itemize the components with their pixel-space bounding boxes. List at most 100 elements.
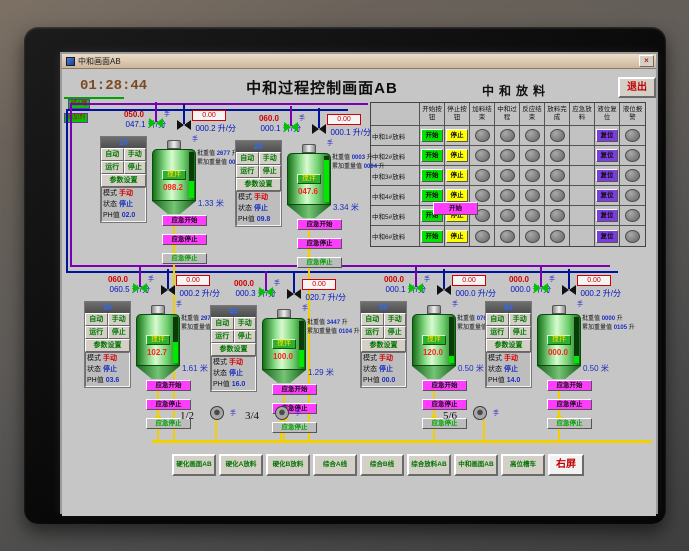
col-header: 应急放料: [570, 103, 595, 125]
run-button[interactable]: 运行: [211, 330, 234, 343]
nav-button[interactable]: 硬化A放料: [219, 454, 263, 476]
params-button[interactable]: 参数设置: [101, 174, 146, 187]
auto-button[interactable]: 自动: [486, 313, 509, 326]
stop-button[interactable]: 停止: [107, 326, 130, 339]
stop-button[interactable]: 停止: [123, 161, 146, 174]
row-label: 中和5#放料: [371, 206, 420, 225]
level-reset-button[interactable]: 复位: [596, 189, 618, 202]
agitator-button[interactable]: 搅拌: [547, 335, 571, 345]
run-button[interactable]: 运行: [361, 326, 384, 339]
nav-button[interactable]: 中和画面AB: [454, 454, 498, 476]
run-button[interactable]: 运行: [85, 326, 108, 339]
nav-button[interactable]: 右屏: [548, 454, 584, 476]
manual-button[interactable]: 手动: [123, 148, 146, 161]
emergency-start-button[interactable]: 应急开始: [272, 384, 317, 395]
flow-setpoint: 000.0: [508, 275, 529, 284]
params-button[interactable]: 参数设置: [361, 339, 406, 352]
start-button[interactable]: 开始: [421, 229, 443, 243]
stop-button[interactable]: 停止: [446, 149, 468, 162]
params-button[interactable]: 参数设置: [236, 178, 281, 191]
agitator-button[interactable]: 搅拌: [422, 335, 446, 345]
manual-button[interactable]: 手动: [233, 317, 256, 330]
emergency-start-button[interactable]: 应急开始: [162, 215, 207, 226]
agitator-button[interactable]: 搅拌: [272, 339, 296, 349]
reactor-group: 000.0 000.1 升/分 手 手 0.00 000.0 升/分 5# 自动…: [360, 267, 510, 429]
nav-button[interactable]: 硬化画面AB: [172, 454, 216, 476]
emergency-start-button[interactable]: 应急开始: [297, 219, 342, 230]
manual-tag: 手: [327, 141, 334, 147]
emergency-stop-disabled-button[interactable]: 应急停止: [162, 253, 207, 264]
stop-button[interactable]: 停止: [508, 326, 531, 339]
auto-button[interactable]: 自动: [236, 152, 259, 165]
auto-button[interactable]: 自动: [101, 148, 124, 161]
stop-button[interactable]: 停止: [258, 165, 281, 178]
mode-value: 手动: [228, 359, 243, 366]
reaction-end-lamp: [524, 209, 540, 222]
exit-button[interactable]: 退出: [618, 77, 656, 98]
nav-button[interactable]: 硬化B放料: [266, 454, 310, 476]
start-button[interactable]: 开始: [421, 129, 443, 142]
start-button[interactable]: 开始: [421, 189, 443, 202]
manual-tag: 手: [176, 302, 183, 308]
emergency-start-button[interactable]: 应急开始: [547, 380, 592, 391]
emergency-stop-button[interactable]: 应急停止: [162, 234, 207, 245]
start-button[interactable]: 开始: [421, 149, 443, 162]
agitator-button[interactable]: 搅拌: [297, 174, 321, 184]
emergency-stop-disabled-button[interactable]: 应急停止: [547, 418, 592, 429]
level-reset-button[interactable]: 复位: [596, 149, 618, 162]
emergency-start-button[interactable]: 应急开始: [146, 380, 191, 391]
emergency-start-button[interactable]: 应急开始: [422, 380, 467, 391]
mode-value: 手动: [253, 194, 268, 201]
agitator-button[interactable]: 搅拌: [162, 170, 186, 180]
manual-tag: 手: [299, 116, 306, 122]
level-readout: 1.61 米: [182, 364, 208, 373]
emergency-stop-button[interactable]: 应急停止: [297, 238, 342, 249]
nav-button[interactable]: 高位槽车: [501, 454, 545, 476]
stop-button[interactable]: 停止: [446, 189, 468, 202]
level-reset-button[interactable]: 复位: [596, 209, 618, 222]
total-value: 0004: [363, 164, 378, 170]
stop-button[interactable]: 停止: [446, 229, 468, 243]
stop-button[interactable]: 停止: [446, 169, 468, 182]
manual-button[interactable]: 手动: [258, 152, 281, 165]
auto-button[interactable]: 自动: [85, 313, 108, 326]
emergency-stop-button[interactable]: 应急停止: [547, 399, 592, 410]
auto-button[interactable]: 自动: [211, 317, 234, 330]
manual-button[interactable]: 手动: [383, 313, 406, 326]
nav-button[interactable]: 综合B线: [360, 454, 404, 476]
close-icon[interactable]: ×: [639, 55, 654, 67]
emergency-panel: 应急开始 应急停止 应急停止: [297, 213, 342, 270]
start-button[interactable]: 开始: [421, 169, 443, 182]
nav-button[interactable]: 综合放料AB: [407, 454, 451, 476]
mode-value: 手动: [118, 190, 133, 197]
manual-button[interactable]: 手动: [107, 313, 130, 326]
reactor-panel: 6# 自动 手动 运行 停止 参数设置 模式 手动 状态 停止 PH值 14.0: [485, 301, 532, 388]
pipe-purple-top: [70, 103, 368, 105]
level-reset-button[interactable]: 复位: [596, 229, 618, 243]
reactor-panel: 1# 自动 手动 运行 停止 参数设置 模式 手动 状态 停止 PH值 02.0: [100, 136, 147, 223]
col-header: 中和过程: [495, 103, 520, 125]
stop-button[interactable]: 停止: [383, 326, 406, 339]
run-button[interactable]: 运行: [486, 326, 509, 339]
level-reset-button[interactable]: 复位: [596, 129, 618, 142]
tank-body: 搅拌 100.0: [262, 318, 306, 370]
emergency-stop-disabled-button[interactable]: 应急停止: [297, 257, 342, 268]
pump-label: 5/6: [443, 410, 458, 422]
params-button[interactable]: 参数设置: [486, 339, 531, 352]
stop-button[interactable]: 停止: [233, 330, 256, 343]
params-button[interactable]: 参数设置: [211, 343, 256, 356]
level-reset-button[interactable]: 复位: [596, 169, 618, 182]
nav-button[interactable]: 综合A线: [313, 454, 357, 476]
stop-button[interactable]: 停止: [446, 129, 468, 142]
batch-value: 0003: [351, 155, 366, 161]
manual-button[interactable]: 手动: [508, 313, 531, 326]
params-button[interactable]: 参数设置: [85, 339, 130, 352]
run-button[interactable]: 运行: [236, 165, 259, 178]
window-title: 中和画面AB: [78, 56, 121, 66]
tank-neck: [167, 140, 181, 149]
emergency-discharge-button[interactable]: 开始: [433, 202, 478, 215]
auto-button[interactable]: 自动: [361, 313, 384, 326]
agitator-button[interactable]: 搅拌: [146, 335, 170, 345]
run-button[interactable]: 运行: [101, 161, 124, 174]
flow2-setpoint-box: 0.00: [302, 279, 336, 290]
